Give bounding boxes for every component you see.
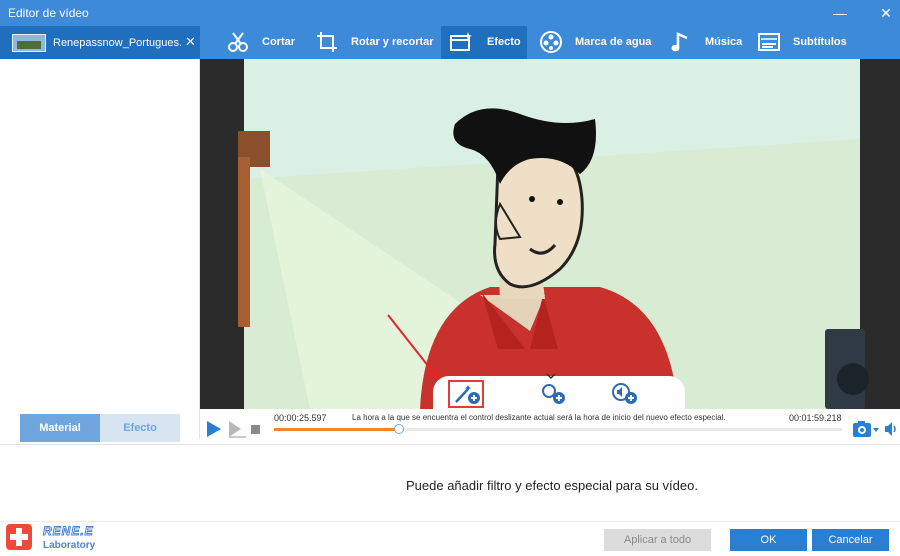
crop-icon: [317, 32, 337, 52]
stop-button[interactable]: [251, 425, 260, 434]
ok-button[interactable]: OK: [730, 529, 807, 551]
next-frame-icon[interactable]: [227, 420, 247, 438]
rene-logo-icon: [6, 524, 32, 550]
music-icon: [671, 32, 688, 52]
cancel-button[interactable]: Cancelar: [812, 529, 889, 551]
tab-subtitulos[interactable]: Subtítulos: [757, 26, 857, 59]
camera-icon[interactable]: [852, 420, 880, 438]
sound-add-icon: [612, 383, 637, 404]
editor-toolbar: Cortar Rotar y recortar Efecto Marca de …: [200, 26, 900, 59]
video-frame: [200, 59, 900, 409]
minimize-button[interactable]: —: [830, 3, 850, 23]
effects-list-panel: Puede añadir filtro y efecto especial pa…: [0, 444, 900, 521]
file-tab[interactable]: Renepassnow_Portugues... ✕: [0, 26, 200, 59]
add-audio-effect-button[interactable]: [611, 381, 639, 405]
video-preview: [200, 59, 900, 409]
watermark-icon: [540, 31, 562, 53]
video-thumbnail: [12, 34, 46, 52]
tab-label: Subtítulos: [793, 36, 847, 48]
zoom-add-icon: [542, 384, 565, 404]
effect-action-bar: [433, 373, 685, 412]
magic-wand-add-icon: [455, 385, 480, 404]
tab-label: Marca de agua: [575, 36, 652, 48]
tab-marca-agua[interactable]: Marca de agua: [539, 26, 659, 59]
hint-text: Puede añadir filtro y efecto especial pa…: [406, 478, 698, 493]
subtitles-icon: [758, 33, 780, 51]
tab-efecto-especial[interactable]: Efecto especial: [100, 414, 180, 462]
tab-material[interactable]: Material: [20, 414, 100, 442]
tab-musica[interactable]: Música: [669, 26, 744, 59]
tab-label: Cortar: [262, 36, 296, 48]
effect-icon: [450, 32, 472, 51]
tab-efecto[interactable]: Efecto: [441, 26, 527, 59]
timeline-progress: [274, 428, 399, 431]
file-close-icon[interactable]: ✕: [185, 34, 196, 50]
current-time: 00:00:25.597: [274, 413, 327, 423]
volume-icon[interactable]: [884, 421, 898, 437]
close-button[interactable]: ✕: [876, 3, 896, 23]
add-zoom-button[interactable]: [539, 381, 567, 405]
add-filter-button[interactable]: [448, 380, 484, 408]
chevron-down-icon: [546, 373, 556, 379]
file-name: Renepassnow_Portugues...: [53, 37, 183, 49]
footer: RENE.E Laboratory Aplicar a todo OK Canc…: [0, 521, 900, 556]
tab-rotar-recortar[interactable]: Rotar y recortar: [315, 26, 440, 59]
material-panel: [0, 59, 200, 439]
tab-label: Rotar y recortar: [351, 36, 434, 48]
timeline-handle[interactable]: [393, 424, 404, 434]
timeline-message: La hora a la que se encuentra el control…: [352, 413, 726, 422]
timeline-controls: 00:00:25.597 La hora a la que se encuent…: [200, 409, 900, 444]
logo-subtitle: Laboratory: [43, 540, 96, 551]
timeline-slider[interactable]: [274, 424, 842, 434]
play-icon[interactable]: [206, 420, 222, 438]
tab-cortar[interactable]: Cortar: [226, 26, 316, 59]
cut-icon: [228, 32, 248, 52]
title-bar: Editor de vídeo — ✕: [0, 0, 900, 26]
end-time: 00:01:59.218: [789, 413, 842, 423]
apply-all-button[interactable]: Aplicar a todo: [604, 529, 711, 551]
window-title: Editor de vídeo: [8, 6, 89, 20]
logo-name: RENE.E: [43, 524, 94, 539]
left-panel-tabs: Material Efecto especial: [20, 414, 180, 462]
tab-label: Efecto: [487, 36, 521, 48]
tab-label: Música: [705, 36, 743, 48]
